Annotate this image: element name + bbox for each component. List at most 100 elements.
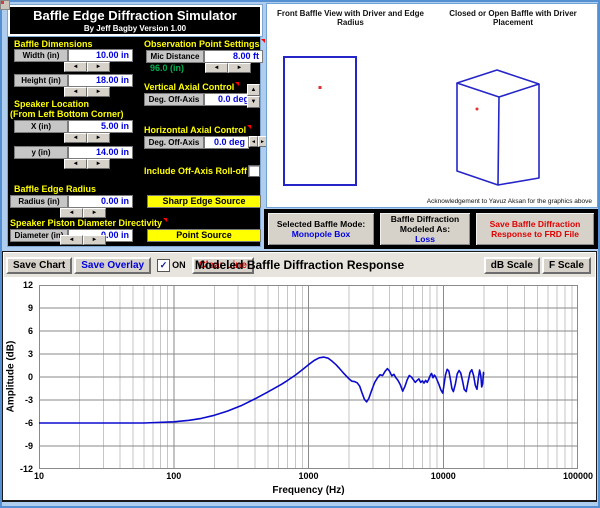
spin-left-icon[interactable]: ◄: [64, 62, 87, 72]
control-panel: Baffle Dimensions Width (in) 10.00 in ◄ …: [8, 37, 260, 246]
vertical-deg-label: Deg. Off-Axis: [144, 93, 204, 106]
baffle-box-drawing: [445, 62, 555, 194]
x-tick-label: 10: [34, 471, 44, 481]
y-row: y (in) 14.00 in: [14, 146, 133, 159]
observation-header: Observation Point Settings: [144, 39, 265, 49]
vertical-deg-row: Deg. Off-Axis 0.0 deg: [144, 93, 253, 106]
modeled-as-value: Loss: [415, 234, 435, 244]
save-chart-button[interactable]: Save Chart: [6, 257, 72, 274]
x-tick-label: 100000: [563, 471, 593, 481]
spin-right-icon[interactable]: ►: [87, 87, 110, 97]
horizontal-axial-header: Horizontal Axial Control: [144, 125, 251, 135]
vertical-deg-value[interactable]: 0.0 deg: [204, 93, 253, 106]
save-overlay-button[interactable]: Save Overlay: [74, 257, 151, 274]
spin-right-icon[interactable]: ►: [87, 62, 110, 72]
spin-left-icon[interactable]: ◄: [205, 63, 228, 73]
width-value[interactable]: 10.00 in: [68, 49, 133, 62]
mic-distance-row: Mic Distance 8.00 ft: [146, 50, 263, 63]
box-view-caption: Closed or Open Baffle with Driver Placem…: [437, 9, 589, 27]
comment-indicator: [247, 125, 251, 129]
overlay-on-checkbox[interactable]: ✓: [157, 259, 170, 272]
x-tick-label: 10000: [431, 471, 456, 481]
spin-left-icon[interactable]: ◄: [60, 235, 83, 245]
horizontal-deg-row: Deg. Off-Axis 0.0 deg ◄ ►: [144, 136, 267, 149]
y-axis-ticks: 129630-3-6-9-12: [3, 285, 36, 469]
spin-right-icon[interactable]: ►: [87, 133, 110, 143]
y-label: y (in): [14, 146, 68, 159]
f-scale-button[interactable]: F Scale: [542, 257, 591, 274]
driver-position-dot: [476, 108, 479, 111]
selected-baffle-mode[interactable]: Selected Baffle Mode: Monopole Box: [267, 212, 375, 246]
width-spinner: ◄ ►: [64, 62, 110, 72]
width-label: Width (in): [14, 49, 68, 62]
graphics-credit: Acknowledgement to Yavuz Aksan for the g…: [427, 198, 592, 205]
width-row: Width (in) 10.00 in: [14, 49, 133, 62]
x-tick-label: 100: [166, 471, 181, 481]
radius-value[interactable]: 0.00 in: [68, 195, 133, 208]
y-value[interactable]: 14.00 in: [68, 146, 133, 159]
y-tick-label: 6: [28, 326, 33, 336]
horizontal-deg-label: Deg. Off-Axis: [144, 136, 204, 149]
y-tick-label: -3: [25, 395, 33, 405]
height-row: Height (in) 18.00 in: [14, 74, 133, 87]
save-frd-button[interactable]: Save Baffle Diffraction Response to FRD …: [475, 212, 595, 246]
plot-svg: [39, 285, 578, 469]
clear-line-button[interactable]: Clear Line: [192, 257, 254, 274]
y-tick-label: -9: [25, 441, 33, 451]
spin-left-icon[interactable]: ◄: [64, 133, 87, 143]
x-axis-ticks: 10100100010000100000: [39, 471, 578, 483]
x-value[interactable]: 5.00 in: [68, 120, 133, 133]
spin-left-icon[interactable]: ◄: [64, 87, 87, 97]
edge-source-mode: Sharp Edge Source: [147, 195, 261, 208]
horizontal-deg-value[interactable]: 0.0 deg: [204, 136, 249, 149]
diameter-row: Diameter (in) 0.00 in Point Source: [10, 229, 261, 242]
vertical-axial-spinner: ▲ ▼: [247, 84, 260, 108]
rolloff-checkbox[interactable]: [248, 165, 260, 177]
y-tick-label: 9: [28, 303, 33, 313]
radius-label: Radius (in): [10, 195, 68, 208]
piston-header: Speaker Piston Diameter Directivity: [10, 218, 167, 228]
y-tick-label: -6: [25, 418, 33, 428]
x-row: X (in) 5.00 in: [14, 120, 133, 133]
app-title-box: Baffle Edge Diffraction Simulator By Jef…: [8, 5, 262, 36]
x-axis-title: Frequency (Hz): [39, 485, 578, 496]
mic-distance-inches: 96.0 (in): [150, 63, 184, 73]
response-curve: [39, 357, 484, 423]
baffle-edge-radius-header: Baffle Edge Radius: [14, 184, 96, 194]
diameter-spinner: ◄ ►: [60, 235, 106, 245]
save-frd-label: Save Baffle Diffraction Response to FRD …: [476, 219, 594, 239]
y-tick-label: 12: [23, 280, 33, 290]
spin-right-icon[interactable]: ►: [83, 235, 106, 245]
y-tick-label: 3: [28, 349, 33, 359]
spin-left-icon[interactable]: ◄: [64, 159, 87, 169]
modeled-as-label: Baffle Diffraction Modeled As:: [380, 214, 470, 234]
mic-distance-spinner: ◄ ►: [205, 63, 251, 73]
vertical-axial-header: Vertical Axial Control: [144, 82, 239, 92]
comment-indicator: [261, 39, 265, 43]
app-subtitle: By Jeff Bagby Version 1.00: [10, 24, 260, 33]
spin-right-icon[interactable]: ►: [228, 63, 251, 73]
app-title: Baffle Edge Diffraction Simulator: [10, 8, 260, 23]
spin-left-icon[interactable]: ◄: [60, 208, 83, 218]
spin-left-icon[interactable]: ◄: [249, 136, 258, 147]
mic-distance-value[interactable]: 8.00 ft: [204, 50, 263, 63]
spin-right-icon[interactable]: ►: [87, 159, 110, 169]
mic-distance-label: Mic Distance: [146, 50, 204, 63]
x-label: X (in): [14, 120, 68, 133]
rolloff-label: Include Off-Axis Roll-off: [144, 166, 252, 176]
mode-bar: Selected Baffle Mode: Monopole Box Baffl…: [264, 209, 598, 249]
piston-source-mode: Point Source: [147, 229, 261, 242]
height-value[interactable]: 18.00 in: [68, 74, 133, 87]
spin-down-icon[interactable]: ▼: [247, 96, 260, 108]
overlay-on-label: ON: [172, 260, 186, 270]
comment-indicator: [235, 82, 239, 86]
y-tick-label: -12: [20, 464, 33, 474]
baffle-dimensions-header: Baffle Dimensions: [14, 39, 93, 49]
graphics-panel: Front Baffle View with Driver and Edge R…: [266, 3, 598, 208]
x-spinner: ◄ ►: [64, 133, 110, 143]
spin-right-icon[interactable]: ►: [83, 208, 106, 218]
db-scale-button[interactable]: dB Scale: [484, 257, 540, 274]
modeled-as-box[interactable]: Baffle Diffraction Modeled As: Loss: [379, 212, 471, 246]
comment-indicator: [163, 218, 167, 222]
spin-up-icon[interactable]: ▲: [247, 84, 260, 96]
